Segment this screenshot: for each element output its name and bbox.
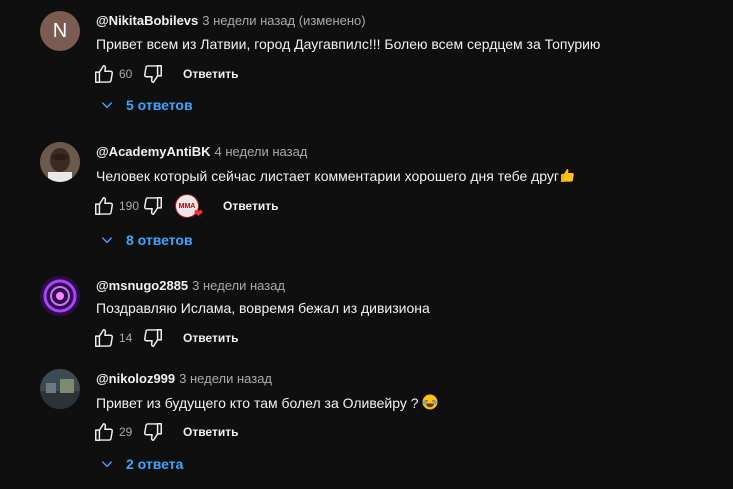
replies-count-label: 8 ответов — [126, 232, 193, 248]
view-replies-button[interactable]: 2 ответа — [100, 456, 183, 472]
comment-text: Привет из будущего кто там болел за Олив… — [96, 394, 438, 411]
heart-icon: ❤ — [193, 208, 203, 220]
comment-header: @NikitaBobilevs 3 недели назад (изменено) — [96, 13, 366, 28]
like-count: 14 — [119, 331, 133, 345]
like-button[interactable] — [92, 194, 116, 218]
like-count: 190 — [119, 199, 140, 213]
chevron-down-icon — [100, 97, 116, 113]
avatar[interactable]: N — [40, 11, 80, 51]
comment-actions: 14 Ответить — [92, 326, 238, 350]
comment-header: @AcademyAntiBK 4 недели назад — [96, 144, 307, 159]
timestamp[interactable]: 4 недели назад — [215, 144, 308, 159]
author-name[interactable]: @AcademyAntiBK — [96, 144, 211, 159]
replies-count-label: 2 ответа — [126, 456, 184, 472]
author-name[interactable]: @nikoloz999 — [96, 371, 175, 386]
view-replies-button[interactable]: 5 ответов — [100, 97, 193, 113]
avatar-image — [40, 142, 80, 182]
thumb-down-icon — [143, 423, 162, 441]
laughing-emoji — [422, 394, 438, 410]
avatar-image — [40, 369, 80, 409]
author-name[interactable]: @msnugo2885 — [96, 278, 188, 293]
timestamp[interactable]: 3 недели назад (изменено) — [202, 13, 365, 28]
comment-header: @msnugo2885 3 недели назад — [96, 278, 285, 293]
like-button[interactable] — [92, 62, 116, 86]
chevron-down-icon — [100, 232, 116, 248]
reply-button[interactable]: Ответить — [183, 67, 238, 81]
timestamp[interactable]: 3 недели назад — [179, 371, 272, 386]
reply-button[interactable]: Ответить — [183, 331, 238, 345]
comment-actions: 190 MMA ❤ Ответить — [92, 194, 278, 220]
comment-actions: 60 Ответить — [92, 62, 238, 86]
thumb-up-icon — [95, 423, 114, 441]
like-button[interactable] — [92, 326, 116, 350]
thumbs-up-emoji — [561, 169, 574, 182]
dislike-button[interactable] — [141, 62, 165, 86]
like-count: 29 — [119, 425, 133, 439]
comment-text: Поздравляю Ислама, вовремя бежал из диви… — [96, 300, 430, 316]
thumb-down-icon — [143, 197, 162, 215]
like-count: 60 — [119, 67, 133, 81]
thumb-down-icon — [143, 329, 162, 347]
view-replies-button[interactable]: 8 ответов — [100, 232, 193, 248]
replies-count-label: 5 ответов — [126, 97, 193, 113]
thumb-down-icon — [143, 65, 162, 83]
reply-button[interactable]: Ответить — [183, 425, 238, 439]
author-name[interactable]: @NikitaBobilevs — [96, 13, 198, 28]
chevron-down-icon — [100, 456, 116, 472]
like-button[interactable] — [92, 420, 116, 444]
timestamp[interactable]: 3 недели назад — [192, 278, 285, 293]
thumb-up-icon — [95, 65, 114, 83]
dislike-button[interactable] — [141, 420, 165, 444]
comment-text: Привет всем из Латвии, город Даугавпилс!… — [96, 36, 601, 52]
comment-header: @nikoloz999 3 недели назад — [96, 371, 272, 386]
avatar[interactable] — [40, 142, 80, 182]
reply-button[interactable]: Ответить — [223, 199, 278, 213]
avatar[interactable] — [40, 369, 80, 409]
comment-actions: 29 Ответить — [92, 420, 238, 444]
avatar-image — [40, 276, 80, 316]
creator-heart-badge: MMA ❤ — [175, 194, 203, 220]
dislike-button[interactable] — [141, 194, 165, 218]
comment-text: Человек который сейчас листает комментар… — [96, 167, 575, 184]
thumb-up-icon — [95, 329, 114, 347]
dislike-button[interactable] — [141, 326, 165, 350]
avatar[interactable] — [40, 276, 80, 316]
thumb-up-icon — [95, 197, 114, 215]
